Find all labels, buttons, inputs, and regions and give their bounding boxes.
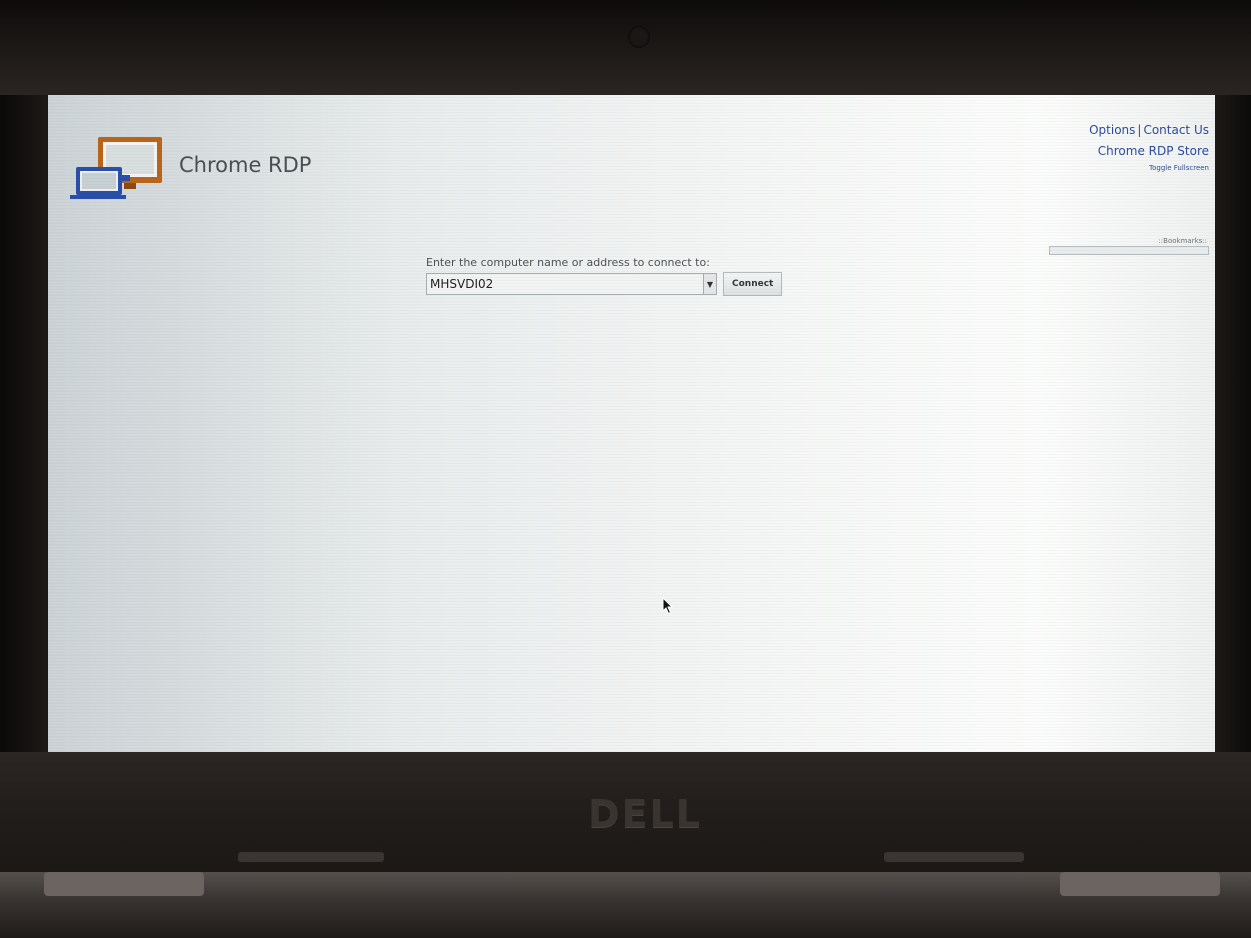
store-link[interactable]: Chrome RDP Store bbox=[1098, 144, 1209, 158]
chevron-down-icon: ▼ bbox=[706, 279, 714, 289]
connect-button[interactable]: Connect bbox=[723, 272, 783, 296]
app-title: Chrome RDP bbox=[179, 153, 312, 177]
address-input[interactable] bbox=[426, 273, 704, 295]
base-foot-left bbox=[44, 872, 204, 896]
address-dropdown-button[interactable]: ▼ bbox=[704, 273, 717, 295]
base-foot-right bbox=[1060, 872, 1220, 896]
webcam bbox=[628, 26, 650, 48]
laptop-bezel-top bbox=[0, 0, 1251, 95]
hinge-left bbox=[238, 852, 384, 862]
link-separator: | bbox=[1137, 123, 1142, 137]
laptop-bezel-left bbox=[0, 95, 48, 755]
bookmarks-list[interactable] bbox=[1049, 246, 1209, 255]
laptop-bezel-right bbox=[1215, 95, 1251, 755]
bookmarks-label: ::Bookmarks:: bbox=[1158, 237, 1207, 245]
connect-prompt: Enter the computer name or address to co… bbox=[426, 256, 710, 269]
chrome-rdp-logo-icon bbox=[70, 137, 162, 199]
top-links: Options | Contact Us Chrome RDP Store Togg… bbox=[1089, 122, 1209, 173]
brand-logo: DELL bbox=[588, 792, 702, 836]
bookmarks-panel: ::Bookmarks:: bbox=[1049, 237, 1209, 255]
hinge-right bbox=[884, 852, 1024, 862]
connect-row: ▼ Connect bbox=[426, 272, 783, 296]
toggle-fullscreen-link[interactable]: Toggle Fullscreen bbox=[1149, 164, 1209, 172]
mouse-pointer-icon bbox=[662, 597, 674, 615]
options-link[interactable]: Options bbox=[1089, 123, 1135, 137]
contact-us-link[interactable]: Contact Us bbox=[1143, 123, 1209, 137]
app-screen: Chrome RDP Options | Contact Us Chrome RDP… bbox=[48, 95, 1215, 752]
connect-form: Enter the computer name or address to co… bbox=[426, 256, 783, 296]
